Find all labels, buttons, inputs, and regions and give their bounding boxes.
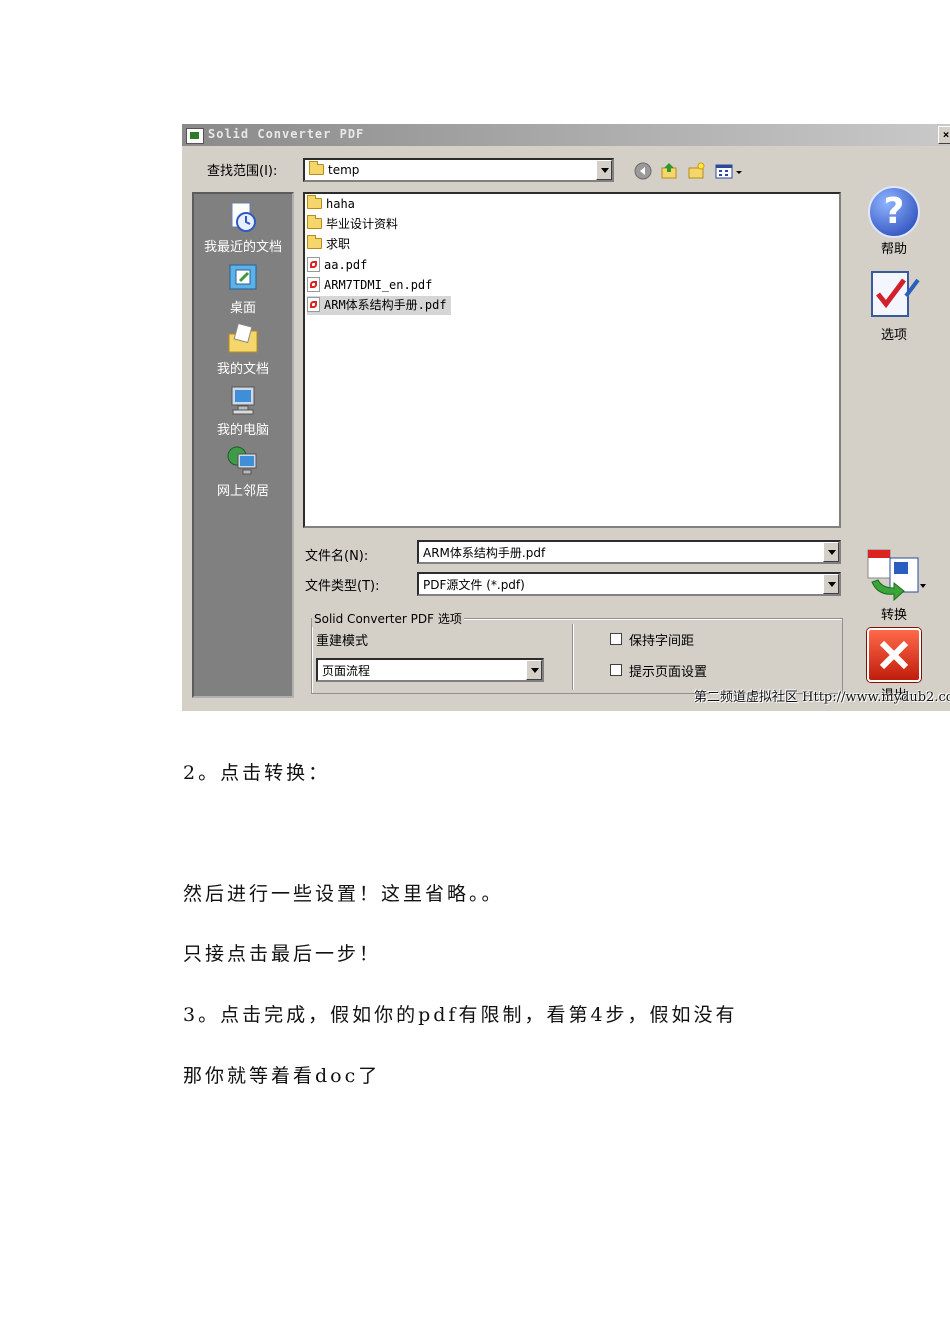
app-icon xyxy=(186,128,204,144)
step-2-text: 2。点击转换： xyxy=(183,762,331,784)
rebuild-mode-dropdown[interactable]: 页面流程 xyxy=(316,658,544,682)
filename-value: ARM体系结构手册.pdf xyxy=(423,546,546,560)
filename-input[interactable]: ARM体系结构手册.pdf xyxy=(417,540,841,564)
options-label: 选项 xyxy=(880,328,907,343)
window-title: Solid Converter PDF xyxy=(208,127,365,141)
help-label: 帮助 xyxy=(880,242,907,257)
new-folder-icon[interactable] xyxy=(687,162,705,180)
list-item[interactable]: 毕业设计资料 xyxy=(307,215,402,234)
convert-pdf-to-word-icon xyxy=(867,549,926,602)
folder-icon xyxy=(307,195,322,209)
filetype-value: PDF源文件 (*.pdf) xyxy=(423,578,525,592)
help-button[interactable]: ? 帮助 xyxy=(864,186,924,257)
list-item[interactable]: haha xyxy=(307,195,359,214)
list-item-selected[interactable]: ARM体系结构手册.pdf xyxy=(307,296,451,315)
file-list[interactable]: haha 毕业设计资料 求职 aa.pdf ARM7TDMI_en.pdf AR… xyxy=(303,192,841,528)
up-folder-icon[interactable] xyxy=(660,162,678,180)
step-3-text: 3。点击完成，假如你的pdf有限制，看第4步，假如没有 xyxy=(183,1004,738,1026)
rebuild-mode-value: 页面流程 xyxy=(322,664,371,678)
look-in-label: 查找范围(I): xyxy=(207,164,278,179)
chevron-down-icon[interactable] xyxy=(823,542,839,562)
close-icon xyxy=(867,628,921,682)
keep-spacing-label: 保持字间距 xyxy=(629,634,695,649)
settings-text: 然后进行一些设置！这里省略。。 xyxy=(183,883,504,905)
rebuild-mode-label: 重建模式 xyxy=(316,634,369,649)
title-bar: Solid Converter PDF × xyxy=(182,124,950,146)
chevron-down-icon[interactable] xyxy=(823,574,839,594)
prompt-page-setup-label: 提示页面设置 xyxy=(629,665,708,680)
place-recent-documents[interactable]: 我最近的文档 xyxy=(194,200,292,255)
pdf-file-icon xyxy=(307,257,320,272)
place-label: 我的文档 xyxy=(216,362,269,377)
place-label: 我的电脑 xyxy=(216,423,269,438)
folder-icon xyxy=(309,161,324,175)
watermark: 第二频道虚拟社区 Http://www.mydub2.co xyxy=(694,690,950,705)
view-menu-icon[interactable] xyxy=(715,162,745,180)
list-item[interactable]: 求职 xyxy=(307,235,354,254)
prompt-page-setup-checkbox[interactable] xyxy=(610,664,622,676)
pdf-file-icon xyxy=(307,277,320,292)
list-item[interactable]: aa.pdf xyxy=(307,256,371,275)
convert-button[interactable]: 转换 xyxy=(864,546,926,623)
place-my-documents[interactable]: 我的文档 xyxy=(194,322,292,377)
wait-doc-text: 那你就等着看doc了 xyxy=(183,1065,381,1087)
help-icon: ? xyxy=(868,186,920,238)
keep-spacing-checkbox[interactable] xyxy=(610,633,622,645)
chevron-down-icon[interactable] xyxy=(596,160,612,180)
recent-documents-icon xyxy=(231,202,256,232)
desktop-icon xyxy=(229,264,257,290)
list-item[interactable]: ARM7TDMI_en.pdf xyxy=(307,276,436,295)
place-label: 网上邻居 xyxy=(216,484,269,499)
last-step-text: 只接点击最后一步！ xyxy=(183,943,382,965)
dialog-screenshot: Solid Converter PDF × 查找范围(I): temp 我最近的… xyxy=(182,124,950,711)
close-button[interactable]: × xyxy=(938,126,950,144)
filetype-label: 文件类型(T): xyxy=(305,579,380,594)
my-computer-icon xyxy=(231,386,255,415)
options-group-title: Solid Converter PDF 选项 xyxy=(312,610,464,627)
options-button[interactable]: 选项 xyxy=(864,266,924,343)
place-desktop[interactable]: 桌面 xyxy=(194,261,292,316)
places-bar: 我最近的文档 桌面 我的文档 我的电脑 网上邻居 xyxy=(192,192,294,698)
group-divider xyxy=(572,624,574,690)
folder-icon xyxy=(307,235,322,249)
folder-icon xyxy=(307,215,322,229)
place-label: 桌面 xyxy=(229,301,256,316)
place-my-computer[interactable]: 我的电脑 xyxy=(194,383,292,438)
convert-label: 转换 xyxy=(880,608,907,623)
chevron-down-icon[interactable] xyxy=(526,660,542,680)
back-icon[interactable] xyxy=(634,162,652,180)
look-in-dropdown[interactable]: temp xyxy=(303,158,614,182)
look-in-value: temp xyxy=(328,163,360,177)
network-places-icon xyxy=(227,446,257,475)
place-network[interactable]: 网上邻居 xyxy=(194,444,292,499)
options-group xyxy=(311,618,843,694)
pdf-file-icon xyxy=(307,297,320,312)
filename-label: 文件名(N): xyxy=(305,549,369,564)
my-documents-icon xyxy=(228,322,258,353)
options-checklist-icon xyxy=(871,271,920,317)
place-label: 我最近的文档 xyxy=(203,240,282,255)
filetype-dropdown[interactable]: PDF源文件 (*.pdf) xyxy=(417,572,841,596)
